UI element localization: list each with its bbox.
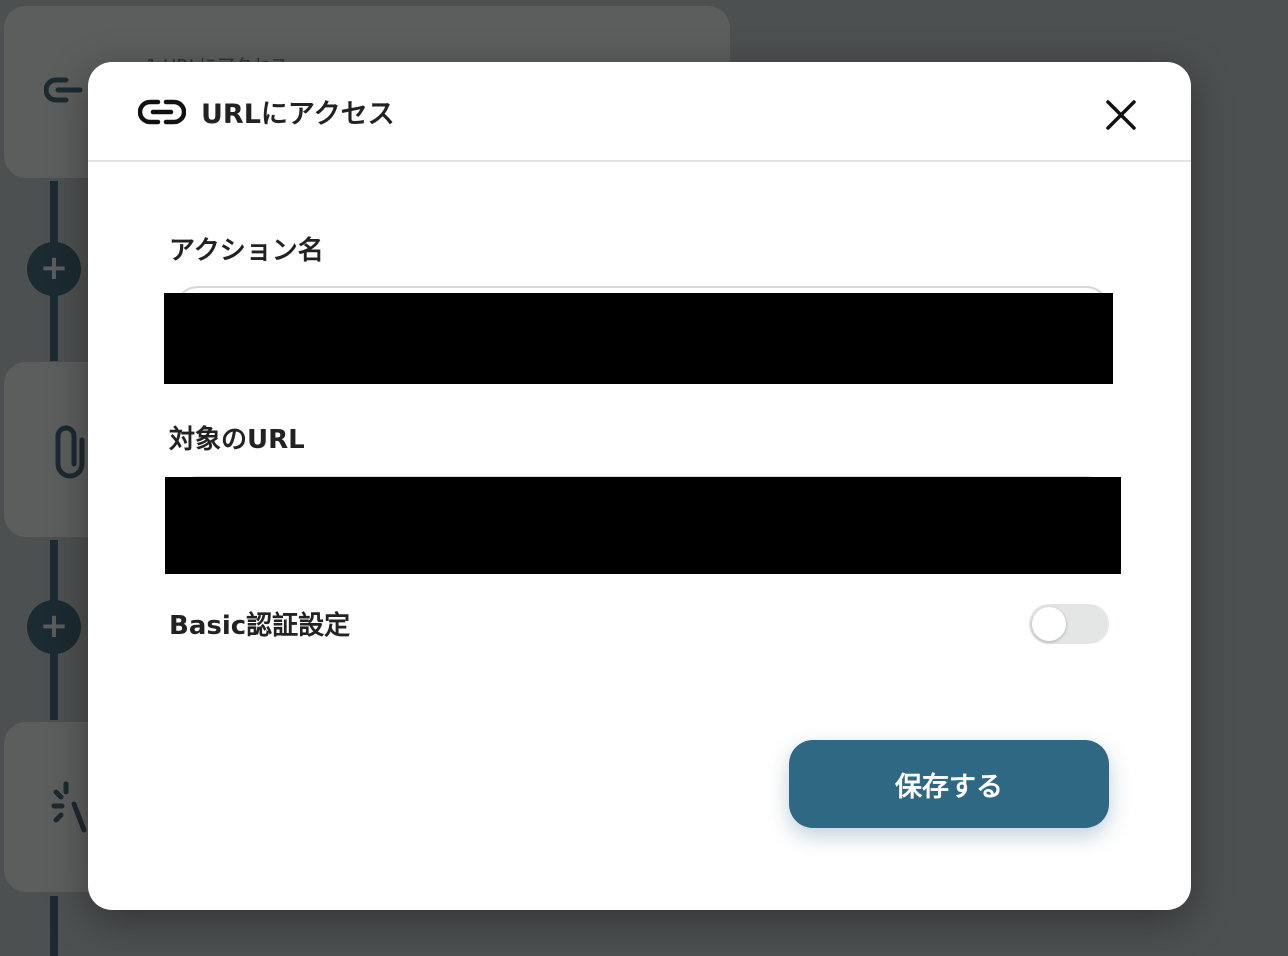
dialog-title: URLにアクセス [201,99,395,130]
basic-auth-label: Basic認証設定 [169,611,351,641]
dialog-header: URLにアクセス [88,62,1191,162]
link-icon [137,98,187,130]
paperclip-icon [52,420,92,484]
redaction-box [164,293,1113,384]
add-step-icon: + [27,600,81,654]
save-button[interactable]: 保存する [789,740,1109,828]
link-icon [43,70,84,114]
url-access-dialog: URLにアクセス アクション名 対象のURL Basic認証設定 保存する [88,62,1191,910]
close-icon [1106,100,1136,130]
basic-auth-toggle[interactable] [1029,604,1109,644]
target-url-label: 対象のURL [169,425,305,455]
click-icon [50,780,90,840]
flow-connector [50,896,58,956]
redaction-box [165,477,1121,574]
add-step-icon: + [27,242,81,296]
close-button[interactable] [1102,96,1140,134]
toggle-knob [1032,607,1066,641]
action-name-label: アクション名 [169,236,324,266]
